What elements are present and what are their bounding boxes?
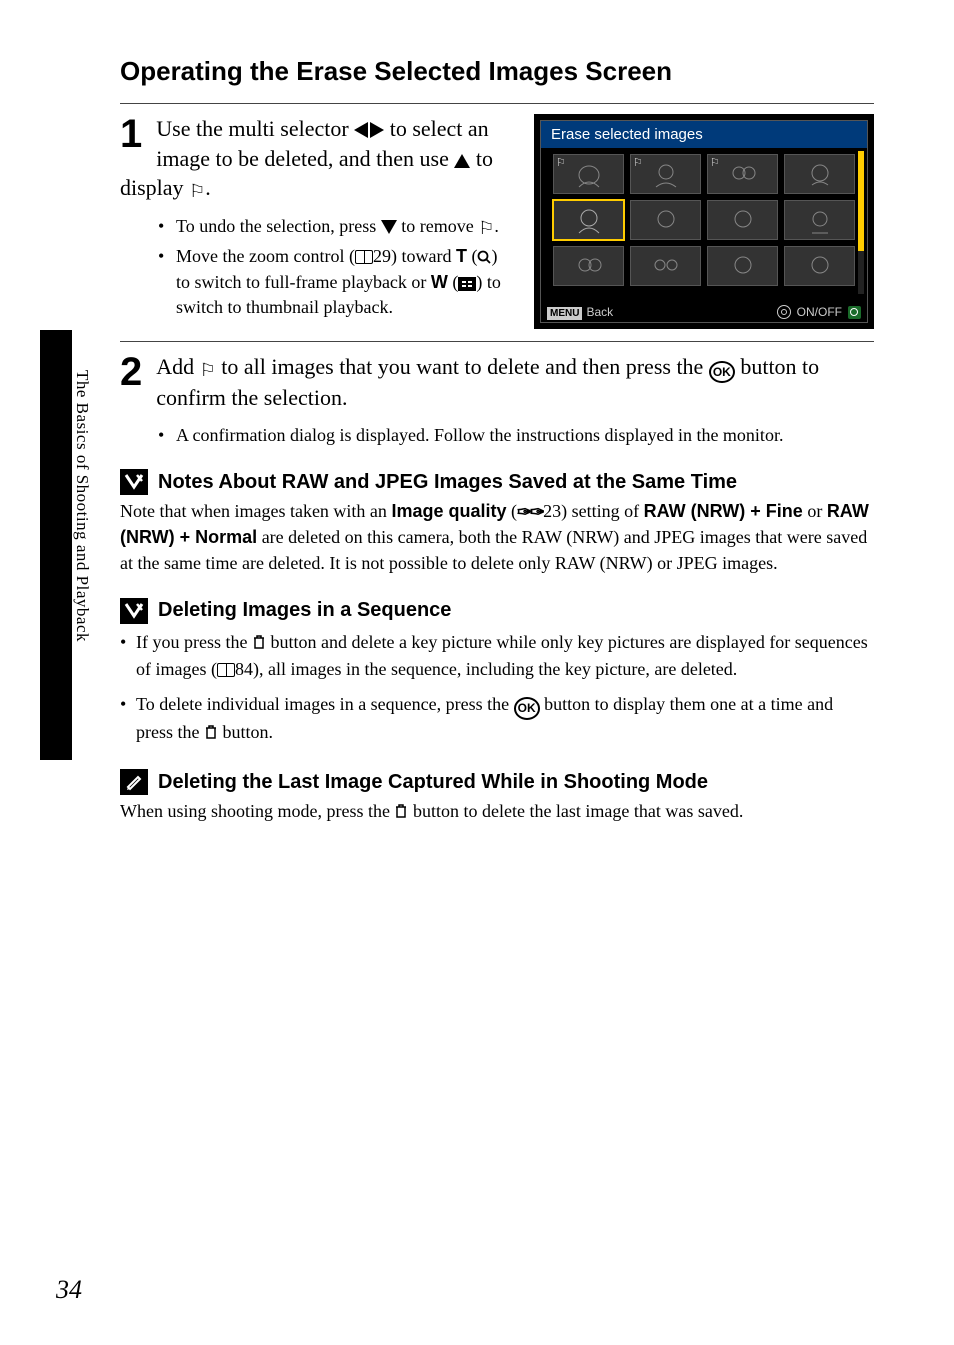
magnifier-icon	[477, 246, 491, 270]
lcd-title: Erase selected images	[541, 121, 867, 148]
step-2: 2 Add ⚐ to all images that you want to d…	[120, 352, 874, 447]
step-1: 1 Use the multi selector to select an im…	[120, 114, 874, 329]
lcd-footer: MENUBack ON/OFF	[541, 302, 867, 322]
checkmark-pin-icon: ⚐	[189, 179, 205, 203]
trash-icon	[394, 801, 408, 826]
lcd-thumb	[784, 200, 855, 240]
note-bullet: If you press the button and delete a key…	[120, 630, 874, 682]
note-title: Notes About RAW and JPEG Images Saved at…	[158, 471, 737, 494]
caution-icon	[120, 469, 148, 495]
up-arrow-icon	[454, 154, 470, 168]
page-title: Operating the Erase Selected Images Scre…	[120, 56, 874, 87]
lcd-menu-chip: MENU	[547, 307, 582, 320]
lcd-thumb	[707, 246, 778, 286]
step-1-bullet-2: Move the zoom control (29) toward T () t…	[158, 244, 514, 319]
note-raw-jpeg: Notes About RAW and JPEG Images Saved at…	[120, 469, 874, 576]
book-ref-icon	[355, 250, 373, 264]
book-ref-icon	[217, 663, 235, 677]
lcd-thumb: ⚐	[707, 154, 778, 194]
lcd-thumb: ⚐	[630, 154, 701, 194]
ok-button-icon: OK	[514, 697, 540, 720]
lcd-thumb	[784, 154, 855, 194]
tip-icon	[120, 769, 148, 795]
ok-button-icon: OK	[709, 361, 735, 383]
divider	[120, 341, 874, 342]
lcd-thumb	[630, 246, 701, 286]
step-2-number: 2	[120, 352, 142, 392]
step-1-bullet-1: To undo the selection, press to remove ⚐…	[158, 214, 514, 240]
lcd-zoom-icon	[848, 306, 861, 319]
lcd-thumb: ⚐	[553, 154, 624, 194]
note-title: Deleting the Last Image Captured While i…	[158, 771, 708, 794]
divider	[120, 103, 874, 104]
lcd-selector-icon	[777, 305, 791, 319]
ref-link-icon: ✑✑	[517, 500, 543, 525]
note-body: When using shooting mode, press the butt…	[120, 799, 874, 826]
note-sequence: Deleting Images in a Sequence If you pre…	[120, 598, 874, 747]
down-arrow-icon	[381, 220, 397, 234]
caution-icon	[120, 598, 148, 624]
page-number: 34	[56, 1275, 82, 1305]
lcd-thumb	[553, 246, 624, 286]
step-1-heading: Use the multi selector to select an imag…	[120, 114, 514, 204]
step-2-bullet: A confirmation dialog is displayed. Foll…	[158, 423, 874, 447]
step-2-heading: Add ⚐ to all images that you want to del…	[120, 352, 874, 413]
note-title: Deleting Images in a Sequence	[158, 599, 451, 622]
lcd-thumb	[784, 246, 855, 286]
lcd-thumb-selected	[553, 200, 624, 240]
note-bullet: To delete individual images in a sequenc…	[120, 692, 874, 747]
thumbnail-view-icon	[458, 277, 476, 291]
checkmark-pin-icon: ⚐	[200, 358, 216, 382]
trash-icon	[252, 632, 266, 657]
lcd-thumb	[630, 200, 701, 240]
lcd-scrollbar	[858, 151, 864, 294]
note-last-image: Deleting the Last Image Captured While i…	[120, 769, 874, 826]
note-body: Note that when images taken with an Imag…	[120, 499, 874, 576]
right-arrow-icon	[370, 122, 384, 138]
left-arrow-icon	[354, 122, 368, 138]
lcd-thumb	[707, 200, 778, 240]
lcd-thumbnail-grid: ⚐ ⚐ ⚐	[541, 148, 867, 288]
trash-icon	[204, 722, 218, 747]
camera-lcd-preview: Erase selected images ⚐ ⚐ ⚐	[534, 114, 874, 329]
checkmark-pin-icon: ⚐	[478, 216, 494, 240]
step-1-number: 1	[120, 114, 142, 154]
